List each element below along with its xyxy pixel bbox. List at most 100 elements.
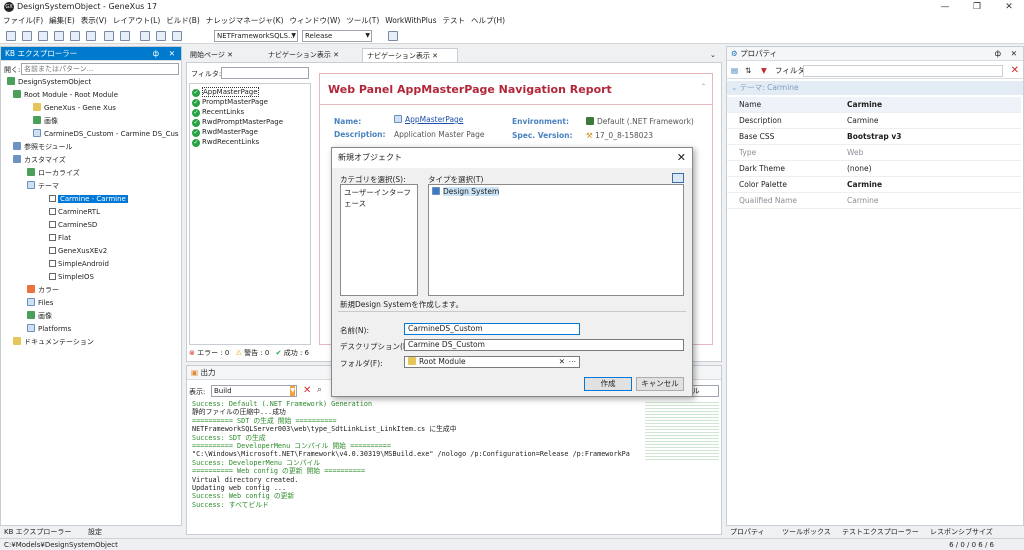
list-item[interactable]: ✓ PromptMasterPage — [192, 98, 268, 107]
dialog-close-icon[interactable]: ✕ — [677, 151, 686, 164]
menu-help[interactable]: ヘルプ(H) — [468, 14, 508, 28]
tab-start-page[interactable]: 開始ページ ✕ — [186, 48, 262, 62]
name-input[interactable]: CarmineDS_Custom — [404, 323, 580, 335]
restore-button[interactable]: ❐ — [962, 1, 992, 13]
menu-knowledge-manager[interactable]: ナレッジマネージャ(K) — [203, 14, 287, 28]
search-input[interactable] — [21, 63, 179, 75]
property-value[interactable]: Carmine — [847, 113, 879, 128]
filter-icon[interactable]: ▼ — [761, 63, 767, 78]
property-row[interactable]: Base CSS Bootstrap v3 — [727, 129, 1021, 145]
tree-item-genexus-xev2[interactable]: GeneXusXEv2 — [49, 246, 107, 257]
menu-workwithplus[interactable]: WorkWithPlus — [382, 14, 439, 28]
tree-item-carmine-sd[interactable]: CarmineSD — [49, 220, 97, 231]
tab-responsive-sizes[interactable]: レスポンシブサイズ — [930, 526, 993, 538]
tree-item-kb[interactable]: DesignSystemObject — [7, 77, 91, 88]
clear-icon[interactable]: ✕ — [559, 357, 565, 367]
name-link[interactable]: AppMasterPage — [405, 115, 463, 124]
open-icon[interactable] — [22, 31, 32, 41]
layout-icon[interactable] — [172, 31, 182, 41]
clear-filter-icon[interactable]: ✕ — [1011, 63, 1019, 78]
tab-navigation-view-1[interactable]: ナビゲーション表示 ✕ — [264, 48, 360, 62]
tab-test-explorer[interactable]: テストエクスプローラー — [842, 526, 919, 538]
tree-item-carmine-rtl[interactable]: CarmineRTL — [49, 207, 100, 218]
name-value[interactable]: AppMasterPage — [394, 115, 463, 124]
output-source-select[interactable]: Build ▼ — [211, 385, 297, 397]
close-icon[interactable]: ✕ — [169, 47, 175, 60]
property-filter-input[interactable] — [803, 65, 1003, 77]
cut-icon[interactable] — [70, 31, 80, 41]
warning-counter[interactable]: ⚠ 警告 : 0 — [236, 349, 270, 357]
pin-icon[interactable]: ф — [153, 47, 159, 60]
menu-tools[interactable]: ツール(T) — [343, 14, 382, 28]
property-row[interactable]: Name Carmine — [727, 97, 1021, 113]
tree-item-colors[interactable]: カラー — [27, 285, 59, 296]
new-object-icon[interactable] — [6, 31, 16, 41]
list-item[interactable]: ✓ AppMasterPage — [192, 87, 259, 97]
undo-icon[interactable] — [104, 31, 114, 41]
tab-list-chevron-icon[interactable]: ⌄ — [706, 48, 722, 62]
pin-icon[interactable]: ф — [995, 47, 1001, 60]
menu-test[interactable]: テスト — [440, 14, 469, 28]
browse-icon[interactable]: ⋯ — [569, 357, 577, 367]
close-window-button[interactable]: ✕ — [994, 1, 1024, 13]
property-value[interactable]: Carmine — [847, 177, 882, 192]
property-value[interactable]: Bootstrap v3 — [847, 129, 902, 144]
copy-icon[interactable] — [86, 31, 96, 41]
clear-icon[interactable]: ✕ — [303, 385, 311, 396]
tree-item-simple-ios[interactable]: SimpleIOS — [49, 272, 94, 283]
environment-select[interactable]: NETFrameworkSQLS... ▼ — [214, 30, 298, 42]
tree-item-customize[interactable]: カスタマイズ — [13, 155, 66, 166]
tree-item-platforms[interactable]: Platforms — [27, 324, 71, 335]
collapse-icon[interactable]: ⌃ — [701, 83, 706, 90]
cancel-button[interactable]: キャンセル — [636, 377, 684, 391]
tree-item-themes[interactable]: テーマ — [27, 181, 59, 192]
filter-input[interactable] — [221, 67, 309, 79]
error-counter[interactable]: ⊗ エラー : 0 — [189, 349, 229, 357]
property-row[interactable]: Description Carmine — [727, 113, 1021, 129]
create-button[interactable]: 作成 — [584, 377, 632, 391]
configuration-select[interactable]: Release ▼ — [302, 30, 372, 42]
menu-layout[interactable]: レイアウト(L) — [110, 14, 164, 28]
category-item[interactable]: ユーザーインターフェース — [341, 185, 417, 211]
save-icon[interactable] — [38, 31, 48, 41]
sort-icon[interactable]: ⇅ — [745, 63, 751, 78]
type-item[interactable]: Design System — [429, 185, 683, 198]
folder-select[interactable]: Root Module ✕ ⋯ — [404, 356, 580, 368]
tree-item-images[interactable]: 画像 — [33, 116, 58, 127]
tree-item-localize[interactable]: ローカライズ — [27, 168, 80, 179]
search-icon[interactable]: ⌕ — [317, 385, 322, 395]
tab-settings[interactable]: 設定 — [88, 526, 102, 538]
tree-item-references[interactable]: 参照モジュール — [13, 142, 73, 153]
tab-navigation-view-2[interactable]: ナビゲーション表示 ✕ — [362, 48, 458, 62]
categorized-icon[interactable]: ▤ — [731, 63, 738, 78]
run-icon[interactable] — [388, 31, 398, 41]
minimize-button[interactable]: — — [930, 1, 960, 13]
property-row[interactable]: Qualified Name Carmine — [727, 193, 1021, 209]
redo-icon[interactable] — [120, 31, 130, 41]
property-row[interactable]: Type Web — [727, 145, 1021, 161]
property-row[interactable]: Color Palette Carmine — [727, 177, 1021, 193]
property-category[interactable]: ⌄ テーマ: Carmine — [727, 81, 1023, 95]
tree-item-simple-android[interactable]: SimpleAndroid — [49, 259, 109, 270]
tab-properties[interactable]: プロパティ — [730, 526, 765, 538]
list-item[interactable]: ✓ RwdPromptMasterPage — [192, 118, 283, 127]
tree-item-flat[interactable]: Flat — [49, 233, 71, 244]
menu-view[interactable]: 表示(V) — [78, 14, 110, 28]
view-mode-icon[interactable] — [672, 173, 684, 183]
tab-kb-explorer[interactable]: KB エクスプローラー — [4, 526, 71, 538]
tree-item-files[interactable]: Files — [27, 298, 53, 309]
tree-item-genexus[interactable]: GeneXus - Gene Xus — [33, 103, 116, 114]
description-input[interactable]: Carmine DS_Custom — [404, 339, 684, 351]
tab-toolbox[interactable]: ツールボックス — [782, 526, 831, 538]
save-all-icon[interactable] — [54, 31, 64, 41]
output-minimap[interactable] — [645, 402, 719, 462]
property-value[interactable]: (none) — [847, 161, 872, 176]
build-icon[interactable] — [140, 31, 150, 41]
tree-item-carmine-ds-custom[interactable]: CarmineDS_Custom - Carmine DS_Cus — [33, 129, 179, 140]
tree-item-carmine[interactable]: Carmine - Carmine — [49, 194, 128, 205]
menu-build[interactable]: ビルド(B) — [163, 14, 203, 28]
menu-window[interactable]: ウィンドウ(W) — [287, 14, 344, 28]
property-row[interactable]: Dark Theme (none) — [727, 161, 1021, 177]
list-item[interactable]: ✓ RecentLinks — [192, 108, 244, 117]
menu-file[interactable]: ファイル(F) — [0, 14, 46, 28]
